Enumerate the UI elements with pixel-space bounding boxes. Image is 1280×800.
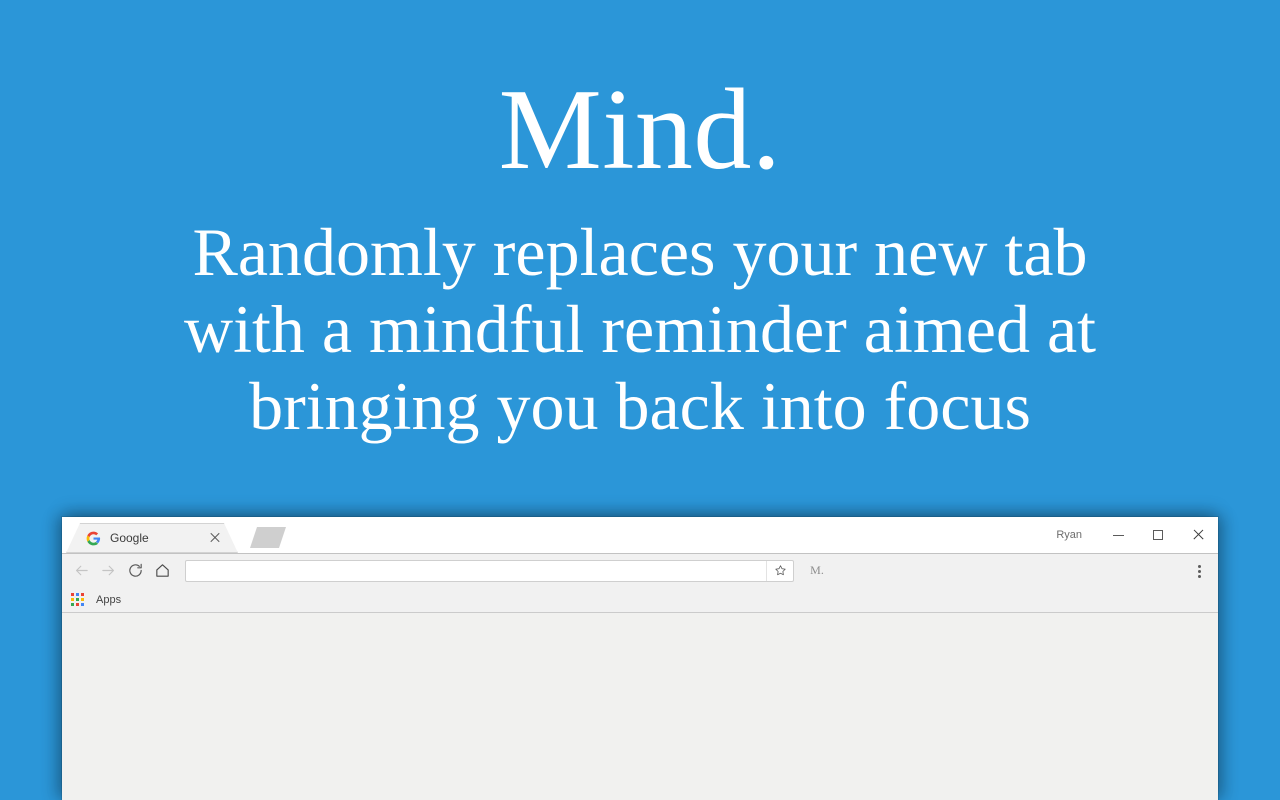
tab-title: Google: [110, 531, 149, 545]
tab-close-icon[interactable]: [208, 531, 222, 545]
window-controls: Ryan: [1056, 517, 1218, 553]
reload-button[interactable]: [122, 557, 149, 584]
bookmarks-bar: Apps: [62, 587, 1218, 613]
close-button[interactable]: [1178, 517, 1218, 553]
home-button[interactable]: [149, 557, 176, 584]
hero-section: Mind. Randomly replaces your new tab wit…: [0, 0, 1280, 445]
google-g-icon: [86, 531, 101, 546]
subtitle-line-3: bringing you back into focus: [249, 368, 1031, 444]
maximize-icon: [1153, 530, 1163, 540]
browser-toolbar: M.: [62, 554, 1218, 587]
maximize-button[interactable]: [1138, 517, 1178, 553]
three-dot-menu-icon: [1197, 569, 1201, 573]
browser-window: Google Ryan M. Apps: [62, 517, 1218, 800]
forward-button[interactable]: [95, 557, 122, 584]
minimize-button[interactable]: [1098, 517, 1138, 553]
three-dot-menu-icon: [1197, 574, 1201, 578]
minimize-icon: [1112, 534, 1124, 536]
bookmark-star-button[interactable]: [766, 560, 793, 581]
forward-icon: [102, 565, 115, 576]
browser-content-area: [62, 613, 1218, 800]
apps-grid-icon: [71, 593, 84, 606]
tab-strip: Google Ryan: [62, 517, 1218, 554]
browser-menu-button[interactable]: [1186, 558, 1212, 584]
mind-extension-button[interactable]: M.: [804, 558, 830, 584]
subtitle-line-1: Randomly replaces your new tab: [192, 214, 1088, 290]
back-button[interactable]: [68, 557, 95, 584]
home-icon: [156, 564, 169, 577]
profile-name[interactable]: Ryan: [1056, 529, 1082, 541]
address-input[interactable]: [186, 560, 766, 581]
page-subtitle: Randomly replaces your new tab with a mi…: [160, 188, 1120, 445]
new-tab-button[interactable]: [250, 527, 286, 548]
subtitle-line-2: with a mindful reminder aimed at: [183, 291, 1097, 367]
page-title: Mind.: [498, 66, 782, 194]
tab-google[interactable]: Google: [66, 523, 238, 553]
close-icon: [1192, 529, 1204, 541]
reload-icon: [129, 563, 142, 577]
star-icon: [774, 565, 786, 576]
bookmark-item-apps[interactable]: Apps: [71, 591, 127, 608]
address-bar[interactable]: [185, 559, 794, 582]
three-dot-menu-icon: [1197, 564, 1201, 568]
back-icon: [75, 565, 88, 576]
bookmark-label: Apps: [96, 593, 122, 606]
